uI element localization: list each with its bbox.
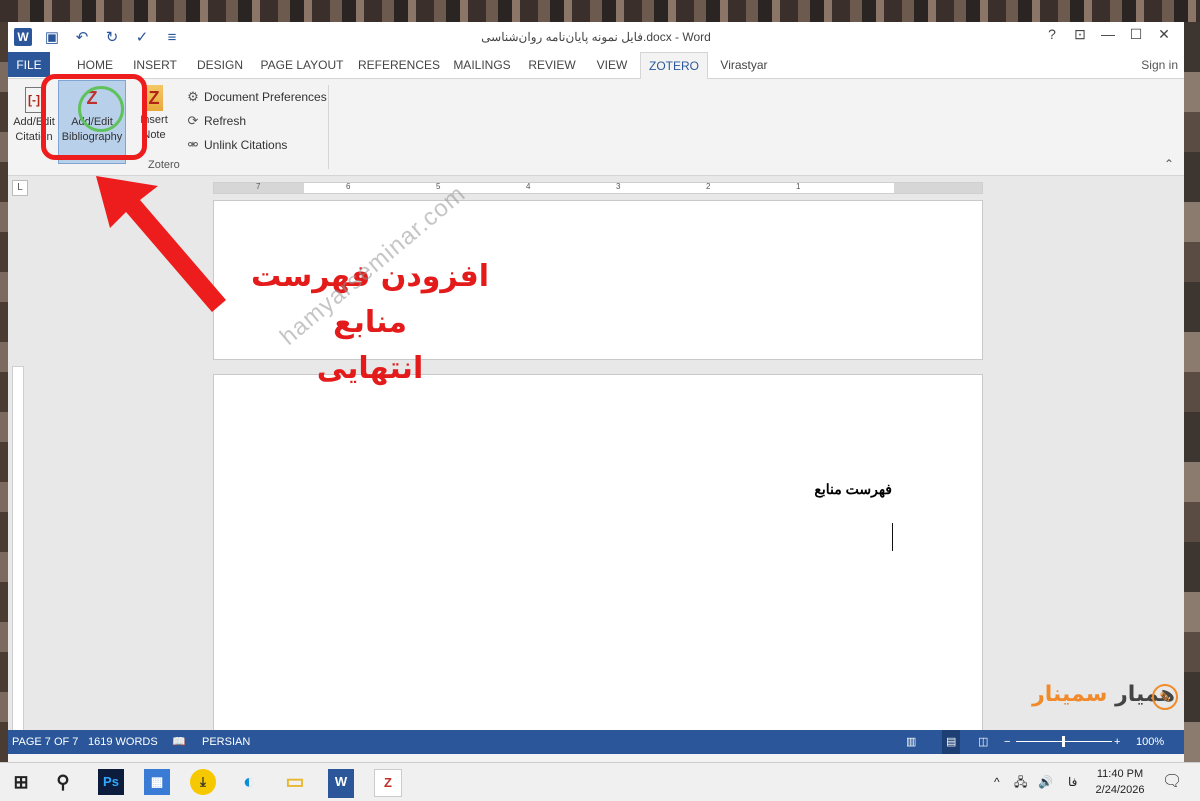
document-page-current[interactable]: فهرست منابع [213, 374, 983, 736]
minimize-icon[interactable]: — [1094, 26, 1122, 43]
word-count[interactable]: 1619 WORDS [88, 730, 158, 754]
annotation-line-2: انتهایی [316, 351, 424, 386]
zoom-out-icon[interactable]: − [1004, 730, 1010, 754]
taskbar: ⊞ ⚲ Ps ▦ ⤓ ◐ ▭ W Z ^ 🖧 🔊 فا 11:40 PM 2/2… [0, 762, 1200, 801]
tab-references[interactable]: REFERENCES [358, 52, 440, 77]
clock-date: 2/24/2026 [1095, 784, 1145, 796]
title-bar: W ▣ ↶ ↻ ✓ ≡ فایل نمونه پایان‌نامه روان‌ش… [8, 22, 1184, 52]
collapse-ribbon-icon[interactable]: ⌃ [1164, 157, 1174, 171]
zoom-level[interactable]: 100% [1136, 730, 1164, 754]
clock-time: 11:40 PM [1096, 768, 1144, 780]
tab-selector-icon[interactable]: L [12, 180, 28, 196]
ribbon-display-options-icon[interactable]: ⊡ [1066, 26, 1094, 43]
volume-icon[interactable]: 🔊 [1038, 763, 1053, 801]
background-photo-left [0, 22, 8, 762]
logo-pen-icon: ✎ [1152, 684, 1178, 710]
windows-start-icon[interactable]: ⊞ [8, 769, 34, 795]
ruler-number: 6 [346, 182, 351, 191]
tab-mailings[interactable]: MAILINGS [450, 52, 514, 77]
read-mode-icon[interactable]: ▥ [906, 730, 916, 754]
print-layout-icon[interactable]: ▤ [942, 730, 961, 754]
tab-page-layout[interactable]: PAGE LAYOUT [260, 52, 344, 77]
gear-icon: ⚙ [187, 89, 199, 104]
photoshop-icon[interactable]: Ps [98, 769, 124, 795]
word-window: W ▣ ↶ ↻ ✓ ≡ فایل نمونه پایان‌نامه روان‌ش… [8, 22, 1184, 762]
unlink-icon: ⚮ [187, 137, 199, 152]
tab-insert[interactable]: INSERT [130, 52, 180, 77]
text-cursor [892, 523, 893, 551]
unlink-citations-button[interactable]: ⚮ Unlink Citations [186, 133, 327, 157]
hamyar-seminar-logo: همیار سمینار [1032, 682, 1175, 707]
document-preferences-button[interactable]: ⚙ Document Preferences [186, 85, 327, 109]
tray-overflow-icon[interactable]: ^ [994, 763, 1000, 801]
sign-in-link[interactable]: Sign in [1141, 52, 1178, 78]
refresh-button[interactable]: ⟳ Refresh [186, 109, 327, 133]
ruler-number: 1 [796, 182, 801, 191]
ruler-number: 5 [436, 182, 441, 191]
zoom-in-icon[interactable]: + [1114, 730, 1120, 754]
system-clock[interactable]: 11:40 PM 2/24/2026 [1090, 766, 1150, 798]
group-label-zotero: Zotero [148, 159, 180, 171]
refresh-icon: ⟳ [187, 113, 199, 128]
language-indicator[interactable]: PERSIAN [202, 730, 250, 754]
notifications-icon[interactable]: 🗨 [1162, 763, 1182, 801]
document-title: فایل نمونه پایان‌نامه روان‌شناسی.docx - … [481, 30, 711, 44]
maximize-icon[interactable]: ☐ [1122, 26, 1150, 43]
ruler-margin-right [894, 183, 982, 193]
background-photo-right [1184, 22, 1200, 762]
window-controls: ? ⊡ — ☐ ✕ [1038, 26, 1178, 43]
tab-virastyar[interactable]: Virastyar [714, 52, 774, 77]
zotero-ribbon: [-] Add/Edit Citation Z Add/Edit Bibliog… [8, 79, 1184, 176]
word-taskbar-icon[interactable]: W [328, 769, 354, 798]
zotero-small-commands: ⚙ Document Preferences ⟳ Refresh ⚮ Unlin… [186, 85, 327, 157]
ruler-number: 7 [256, 182, 261, 191]
zotero-taskbar-icon[interactable]: Z [374, 769, 402, 797]
help-icon[interactable]: ? [1038, 26, 1066, 43]
bibliography-heading: فهرست منابع [814, 481, 892, 497]
click-indicator [78, 86, 124, 132]
ruler-number: 3 [616, 182, 621, 191]
ribbon-tabs: FILE HOME INSERT DESIGN PAGE LAYOUT REFE… [8, 52, 1184, 79]
file-explorer-icon[interactable]: ▭ [282, 769, 308, 795]
download-manager-icon[interactable]: ⤓ [190, 769, 216, 795]
status-bar: PAGE 7 OF 7 1619 WORDS 📖 PERSIAN ▥ ▤ ◫ −… [8, 730, 1184, 754]
tab-review[interactable]: REVIEW [526, 52, 578, 77]
network-icon[interactable]: 🖧 [1014, 763, 1027, 801]
tab-design[interactable]: DESIGN [194, 52, 246, 77]
page-indicator[interactable]: PAGE 7 OF 7 [12, 730, 78, 754]
web-layout-icon[interactable]: ◫ [978, 730, 988, 754]
horizontal-ruler[interactable]: 7 6 5 4 3 2 1 [213, 182, 983, 194]
vertical-ruler[interactable] [12, 366, 24, 732]
tab-file[interactable]: FILE [8, 52, 50, 77]
group-separator [328, 85, 329, 169]
input-language[interactable]: فا [1068, 763, 1077, 801]
ruler-number: 4 [526, 182, 531, 191]
zoom-slider-thumb[interactable] [1062, 736, 1065, 747]
search-icon[interactable]: ⚲ [50, 769, 76, 795]
control-panel-icon[interactable]: ▦ [144, 769, 170, 795]
edge-icon[interactable]: ◐ [236, 769, 262, 795]
ruler-number: 2 [706, 182, 711, 191]
tab-view[interactable]: VIEW [590, 52, 634, 77]
note-icon: Z [145, 85, 163, 111]
proofing-icon[interactable]: 📖 [172, 730, 186, 754]
close-icon[interactable]: ✕ [1150, 26, 1178, 43]
background-photo-top [0, 0, 1200, 22]
tab-zotero[interactable]: ZOTERO [640, 52, 708, 79]
